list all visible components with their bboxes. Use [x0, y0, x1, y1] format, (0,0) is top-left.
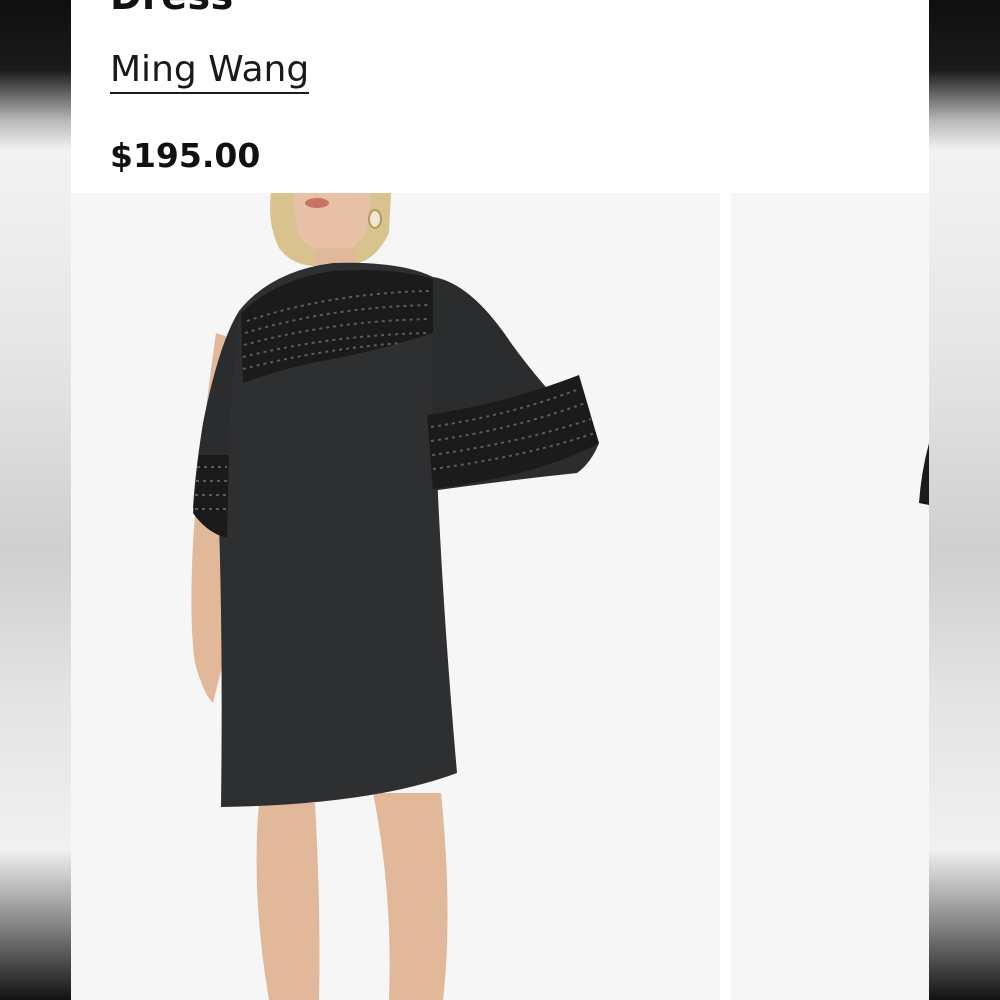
brand-link[interactable]: Ming Wang [110, 48, 310, 94]
screen-frame: Dress Ming Wang $195.00 [0, 0, 1000, 1000]
dress-model-illustration [71, 193, 720, 1000]
product-image-next[interactable] [731, 193, 929, 1000]
product-price: $195.00 [110, 136, 261, 175]
product-page[interactable]: Dress Ming Wang $195.00 [71, 0, 929, 1000]
product-image-main[interactable] [71, 193, 720, 1000]
blurred-backdrop-left [0, 0, 71, 1000]
product-header: Dress Ming Wang $195.00 [71, 0, 929, 193]
next-image-illustration [731, 193, 929, 1000]
image-carousel[interactable] [71, 193, 929, 1000]
blurred-backdrop-right [929, 0, 1000, 1000]
product-title: Dress [110, 0, 234, 18]
